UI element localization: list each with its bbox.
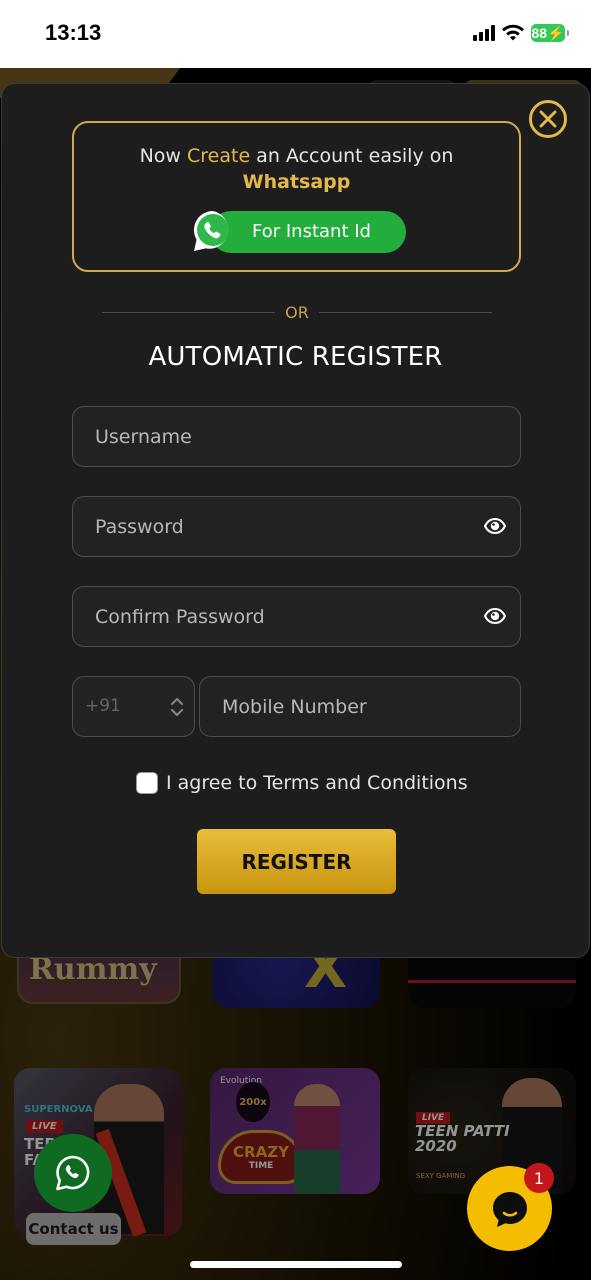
signal-icon — [473, 25, 495, 41]
battery-charging-icon: 88 ⚡ — [531, 24, 569, 42]
promo-text-highlight: Create — [187, 145, 251, 167]
whatsapp-icon — [56, 1155, 90, 1191]
country-code-select[interactable]: +91 — [72, 676, 195, 737]
terms-label[interactable]: I agree to Terms and Conditions — [166, 772, 468, 794]
form-heading: AUTOMATIC REGISTER — [148, 342, 443, 372]
eye-icon[interactable] — [484, 517, 506, 535]
username-input[interactable] — [73, 407, 520, 466]
battery-level: 88 — [531, 25, 548, 41]
or-divider: OR — [102, 302, 492, 322]
username-field — [72, 406, 521, 467]
home-indicator[interactable] — [190, 1261, 402, 1268]
whatsapp-icon — [193, 211, 229, 251]
password-field — [72, 496, 521, 557]
status-time: 13:13 — [45, 20, 102, 45]
confirm-password-field — [72, 586, 521, 647]
chat-unread-badge: 1 — [524, 1163, 554, 1193]
promo-whatsapp-text: Whatsapp — [242, 171, 351, 193]
terms-checkbox[interactable] — [136, 772, 158, 794]
chevron-up-down-icon — [171, 698, 183, 716]
close-button[interactable] — [529, 100, 567, 138]
whatsapp-button-label: For Instant Id — [252, 221, 371, 242]
divider-line — [318, 311, 492, 313]
promo-text-prefix: Now — [139, 145, 187, 167]
confirm-password-input[interactable] — [73, 587, 520, 646]
status-icons: 88 ⚡ — [473, 24, 569, 42]
register-modal: Now Create an Account easily on Whatsapp… — [1, 83, 590, 958]
chat-bubble-icon — [492, 1191, 527, 1227]
whatsapp-instant-id-button[interactable]: For Instant Id — [210, 211, 406, 253]
divider-line — [102, 311, 276, 313]
whatsapp-contact-button[interactable] — [34, 1134, 112, 1212]
bolt-glyph: ⚡ — [547, 24, 565, 41]
close-icon — [539, 110, 557, 128]
mobile-number-field — [199, 676, 521, 737]
country-code-value: +91 — [85, 696, 121, 716]
terms-agreement: I agree to Terms and Conditions — [136, 772, 468, 794]
eye-icon[interactable] — [484, 607, 506, 625]
password-input[interactable] — [73, 497, 520, 556]
contact-us-label[interactable]: Contact us — [26, 1213, 121, 1245]
promo-text: Now Create an Account easily on — [74, 145, 519, 167]
wifi-icon — [502, 24, 524, 41]
or-text: OR — [285, 302, 309, 322]
status-bar: 13:13 88 ⚡ — [0, 0, 591, 68]
whatsapp-promo-box: Now Create an Account easily on Whatsapp… — [72, 121, 521, 272]
mobile-number-input[interactable] — [200, 677, 520, 736]
promo-text-suffix: an Account easily on — [250, 145, 454, 167]
register-button[interactable]: REGISTER — [197, 829, 396, 894]
